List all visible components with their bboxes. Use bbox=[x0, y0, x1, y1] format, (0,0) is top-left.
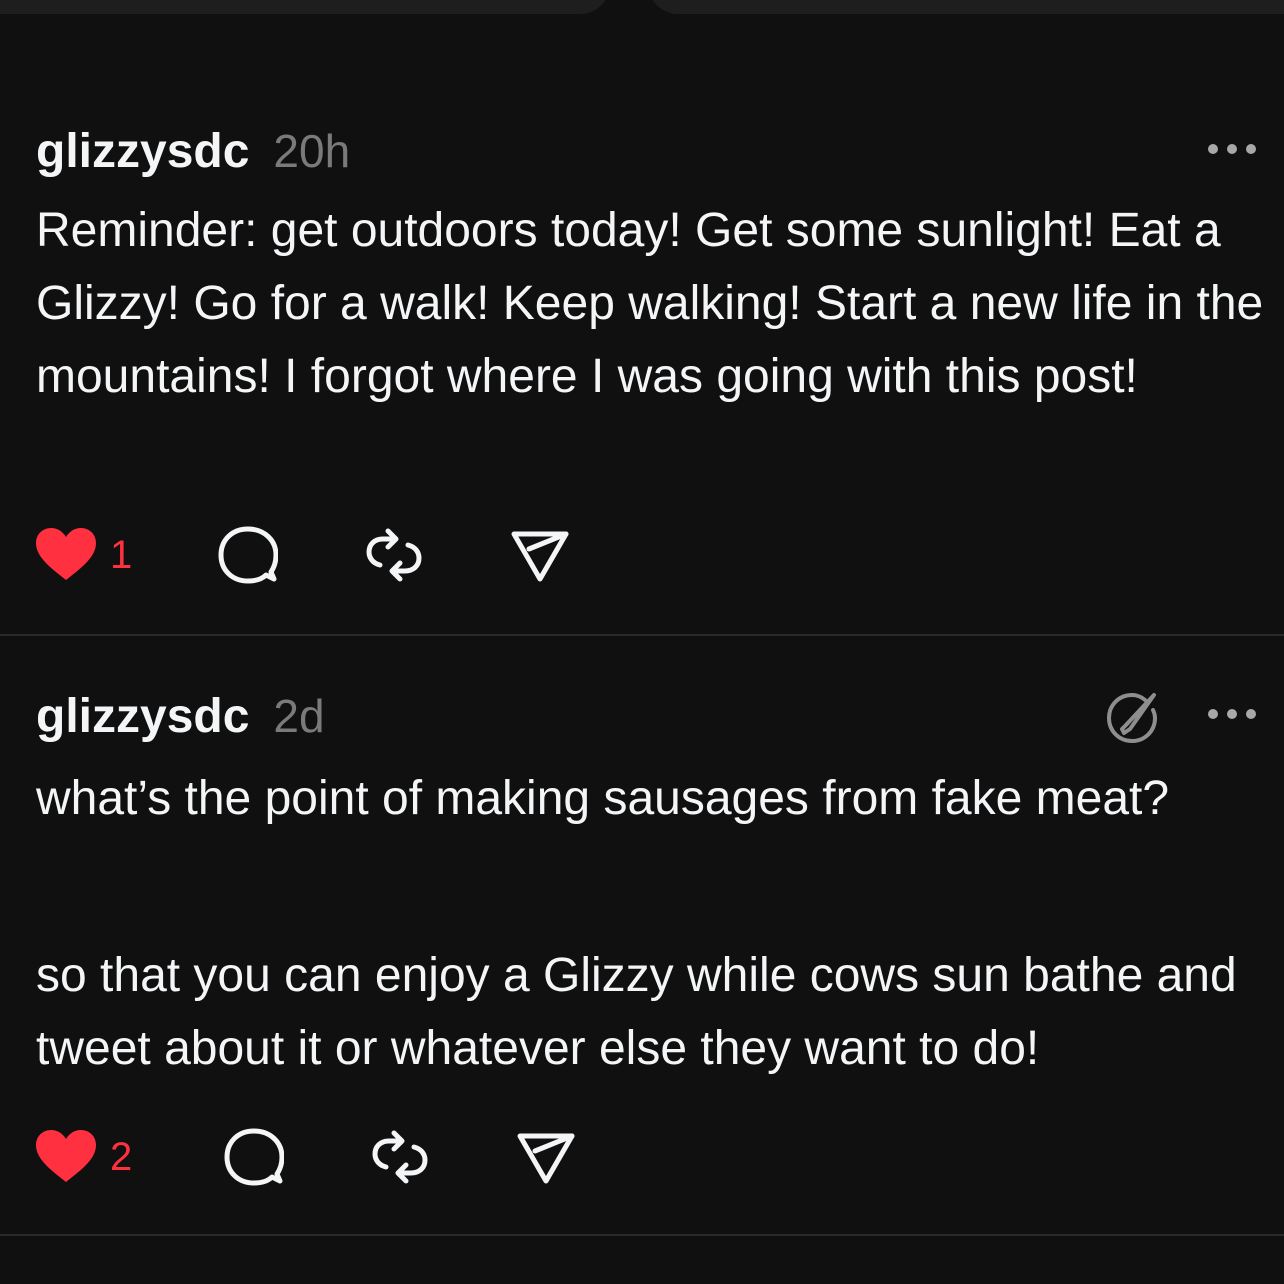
post-username[interactable]: glizzysdc bbox=[36, 689, 249, 744]
send-icon bbox=[517, 1133, 575, 1184]
send-icon bbox=[511, 531, 569, 582]
post-divider bbox=[0, 1234, 1284, 1236]
post-header: glizzysdc 2d bbox=[36, 683, 325, 749]
thread-post[interactable]: glizzysdc 20h Reminder: get outdoors tod… bbox=[0, 118, 1284, 634]
like-button[interactable]: 1 bbox=[36, 525, 132, 585]
post-username[interactable]: glizzysdc bbox=[36, 124, 249, 179]
post-timestamp: 20h bbox=[273, 125, 351, 177]
like-count: 2 bbox=[110, 1134, 133, 1179]
repost-icon bbox=[372, 1130, 428, 1184]
repost-button[interactable] bbox=[364, 525, 424, 585]
more-options-icon[interactable] bbox=[1208, 705, 1256, 723]
post-header: glizzysdc 20h bbox=[36, 118, 350, 184]
top-segment-left[interactable] bbox=[0, 0, 610, 14]
post-text: Reminder: get outdoors today! Get some s… bbox=[36, 204, 1264, 403]
like-count: 1 bbox=[110, 532, 133, 577]
post-text: so that you can enjoy a Glizzy while cow… bbox=[36, 949, 1237, 1075]
top-segment-right[interactable] bbox=[648, 0, 1284, 14]
repost-icon bbox=[366, 528, 422, 582]
reply-button[interactable] bbox=[218, 525, 278, 585]
repost-button[interactable] bbox=[370, 1127, 430, 1187]
reply-button[interactable] bbox=[224, 1127, 284, 1187]
like-button[interactable]: 2 bbox=[36, 1127, 132, 1187]
heart-icon bbox=[36, 1130, 96, 1182]
share-button[interactable] bbox=[510, 525, 570, 585]
comment-bubble-icon bbox=[218, 526, 278, 584]
post-actions: 2 bbox=[36, 1127, 636, 1187]
post-timestamp: 2d bbox=[273, 690, 325, 742]
share-button[interactable] bbox=[516, 1127, 576, 1187]
post-text: what’s the point of making sausages from… bbox=[36, 772, 1170, 825]
heart-icon bbox=[36, 528, 96, 580]
post-divider bbox=[0, 634, 1284, 636]
comment-bubble-icon bbox=[224, 1128, 284, 1186]
thread-post[interactable]: glizzysdc 2d what’s the point of making … bbox=[0, 683, 1284, 1234]
more-options-icon[interactable] bbox=[1208, 140, 1256, 158]
edit-icon[interactable] bbox=[1104, 689, 1160, 745]
post-actions: 1 bbox=[36, 525, 636, 585]
